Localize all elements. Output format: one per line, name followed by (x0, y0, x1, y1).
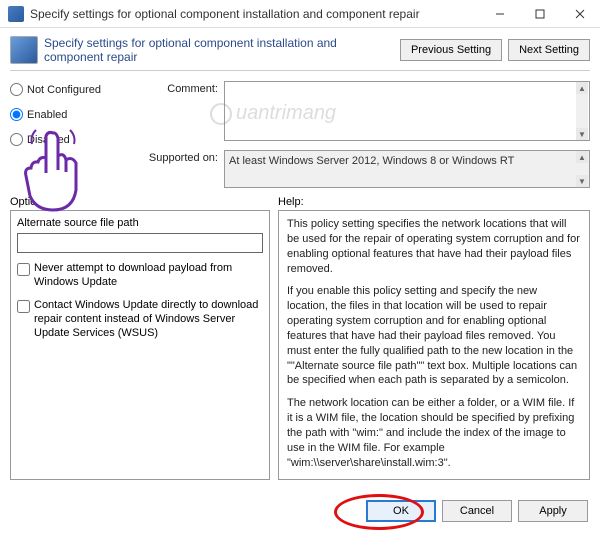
options-panel: Alternate source file path Never attempt… (10, 210, 270, 480)
radio-disabled[interactable]: Disabled (10, 133, 130, 146)
scroll-up-icon[interactable]: ▲ (576, 151, 588, 163)
state-radio-group: Not Configured Enabled Disabled (10, 81, 130, 188)
previous-setting-button[interactable]: Previous Setting (400, 39, 502, 61)
radio-not-configured-input[interactable] (10, 83, 23, 96)
apply-button[interactable]: Apply (518, 500, 588, 522)
ok-button[interactable]: OK (366, 500, 436, 522)
never-download-checkbox[interactable] (17, 263, 30, 276)
never-download-label: Never attempt to download payload from W… (34, 261, 263, 290)
scroll-down-icon[interactable]: ▼ (576, 128, 588, 140)
radio-disabled-label: Disabled (27, 134, 70, 146)
help-panel[interactable]: This policy setting specifies the networ… (278, 210, 590, 480)
close-button[interactable] (560, 0, 600, 28)
app-icon (8, 6, 24, 22)
title-bar: Specify settings for optional component … (0, 0, 600, 28)
scroll-up-icon[interactable]: ▲ (576, 82, 588, 94)
window-title: Specify settings for optional component … (30, 7, 480, 21)
radio-enabled-input[interactable] (10, 108, 23, 121)
alternate-path-label: Alternate source file path (17, 217, 263, 229)
minimize-button[interactable] (480, 0, 520, 28)
help-label: Help: (278, 196, 590, 208)
header-row: Specify settings for optional component … (10, 36, 590, 64)
alternate-path-input[interactable] (17, 233, 263, 253)
comment-textarea[interactable] (224, 81, 590, 141)
scroll-down-icon[interactable]: ▼ (576, 175, 588, 187)
maximize-button[interactable] (520, 0, 560, 28)
contact-wsus-label: Contact Windows Update directly to downl… (34, 298, 263, 341)
cancel-button[interactable]: Cancel (442, 500, 512, 522)
help-paragraph: The network location can be either a fol… (287, 396, 581, 470)
help-paragraph: If you enable this policy setting and sp… (287, 284, 581, 388)
separator (10, 70, 590, 71)
policy-icon (10, 36, 38, 64)
help-paragraph: If you disable or do not configure this … (287, 479, 581, 481)
help-paragraph: This policy setting specifies the networ… (287, 217, 581, 276)
window-controls (480, 0, 600, 28)
dialog-footer: OK Cancel Apply (0, 492, 600, 532)
comment-label: Comment: (138, 81, 218, 144)
radio-enabled[interactable]: Enabled (10, 108, 130, 121)
radio-not-configured[interactable]: Not Configured (10, 83, 130, 96)
next-setting-button[interactable]: Next Setting (508, 39, 590, 61)
radio-enabled-label: Enabled (27, 109, 67, 121)
radio-not-configured-label: Not Configured (27, 84, 101, 96)
contact-wsus-checkbox-row[interactable]: Contact Windows Update directly to downl… (17, 298, 263, 341)
options-label: Options: (10, 196, 270, 208)
contact-wsus-checkbox[interactable] (17, 300, 30, 313)
radio-disabled-input[interactable] (10, 133, 23, 146)
policy-description: Specify settings for optional component … (44, 36, 394, 64)
supported-label: Supported on: (138, 150, 218, 188)
supported-on-box: At least Windows Server 2012, Windows 8 … (224, 150, 590, 188)
never-download-checkbox-row[interactable]: Never attempt to download payload from W… (17, 261, 263, 290)
